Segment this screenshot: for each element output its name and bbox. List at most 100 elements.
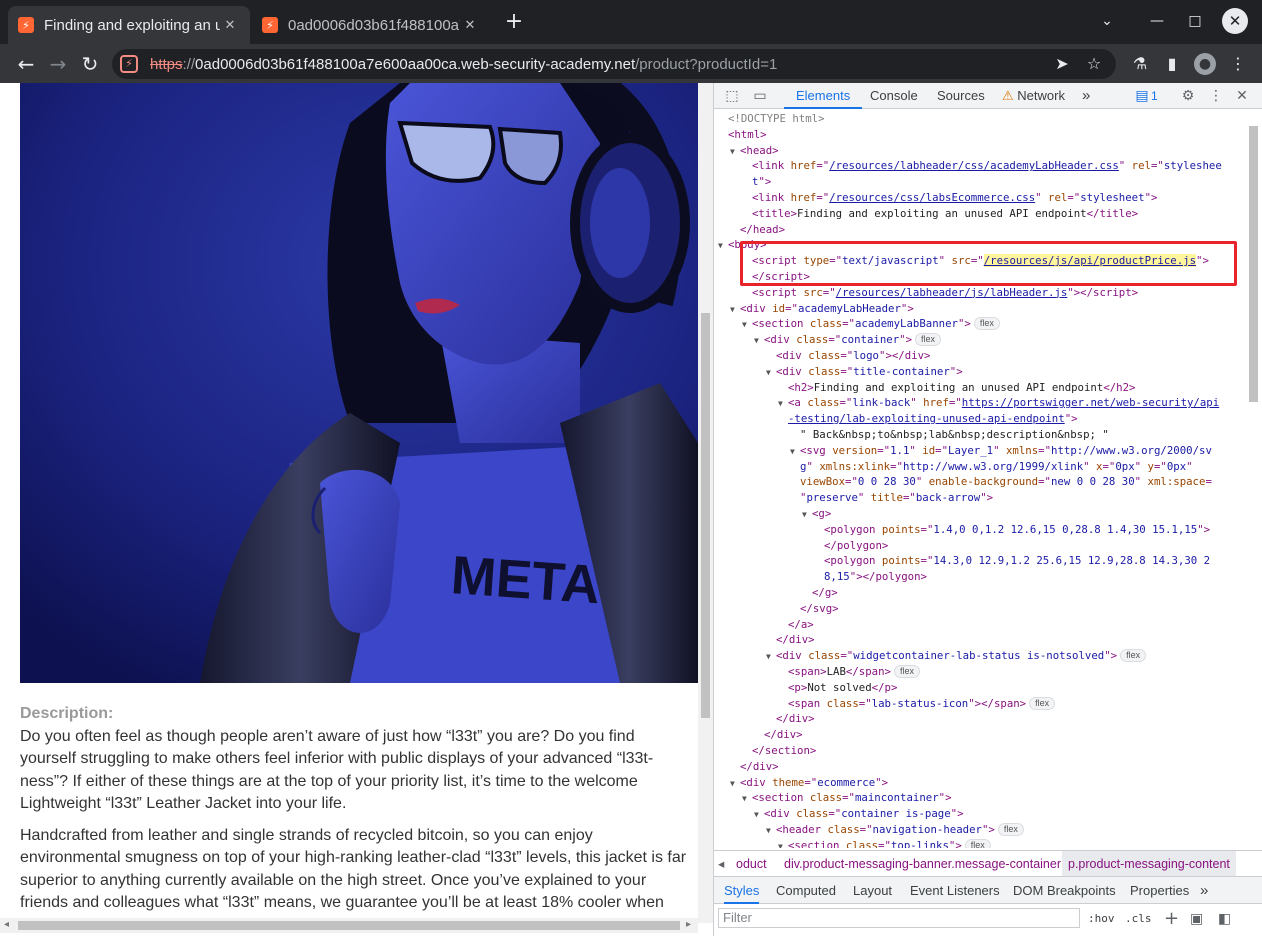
devtools-menu-icon[interactable]: ⋮ <box>1206 83 1226 109</box>
dom-node-line[interactable]: </div> <box>776 632 815 648</box>
not-secure-icon[interactable]: ⚡ <box>120 55 138 73</box>
flex-badge[interactable]: flex <box>1120 649 1147 663</box>
expand-triangle-icon[interactable]: ▼ <box>802 507 812 523</box>
settings-gear-icon[interactable]: ⚙ <box>1178 83 1198 109</box>
dom-node-line[interactable]: <title>Finding and exploiting an unused … <box>752 206 1138 222</box>
maximize-button[interactable]: □ <box>1180 8 1210 34</box>
expand-triangle-icon[interactable]: ▼ <box>730 144 740 160</box>
flex-badge[interactable]: flex <box>973 317 1000 331</box>
tab-elements[interactable]: Elements <box>784 83 863 109</box>
address-bar[interactable]: ⚡ https://0ad0006d03b61f488100a7e600aa00… <box>112 49 1116 79</box>
dom-node-line[interactable]: <h2>Finding and exploiting an unused API… <box>788 380 1136 396</box>
tab-network[interactable]: ⚠ Network <box>1002 83 1065 109</box>
dom-node-line[interactable]: 8,15"></polygon> <box>824 569 927 585</box>
message-count[interactable]: 1 <box>1151 83 1158 109</box>
dom-node-line[interactable]: ▼ <div class="widgetcontainer-lab-status … <box>766 648 1147 665</box>
expand-triangle-icon[interactable]: ▼ <box>790 444 800 460</box>
page-scroll-thumb[interactable] <box>701 313 710 718</box>
tab-layout[interactable]: Layout <box>853 877 892 904</box>
dom-node-line[interactable]: ▼ <section class="maincontainer"> <box>742 790 952 806</box>
dom-node-line[interactable]: <html> <box>728 127 767 143</box>
expand-triangle-icon[interactable]: ▼ <box>730 302 740 318</box>
element-state-icon[interactable]: ▣ <box>1190 909 1203 929</box>
back-icon[interactable]: ← <box>12 50 40 78</box>
dom-node-line[interactable]: </section> <box>752 743 816 759</box>
send-icon[interactable]: ➤ <box>1048 49 1076 79</box>
side-panel-icon[interactable]: ▮ <box>1158 50 1186 78</box>
dom-node-line[interactable]: </div> <box>776 711 815 727</box>
dom-node-line[interactable]: <link href="/resources/css/labsEcommerce… <box>752 190 1157 206</box>
dom-node-line[interactable]: ▼ <div class="title-container"> <box>766 364 963 380</box>
dom-node-line[interactable]: </head> <box>740 222 785 238</box>
dom-node-line[interactable]: </polygon> <box>824 538 888 554</box>
dom-node-line[interactable]: <!DOCTYPE html> <box>728 111 825 127</box>
styles-filter-input[interactable]: Filter <box>718 908 1080 928</box>
dom-node-line[interactable]: </div> <box>764 727 803 743</box>
dom-node-line[interactable]: <span class="lab-status-icon"></span> fle… <box>788 696 1056 712</box>
inspect-element-icon[interactable]: ⬚ <box>722 83 742 109</box>
tab-close-icon[interactable]: ✕ <box>460 18 480 33</box>
dom-node-line[interactable]: viewBox="0 0 28 30" enable-background="n… <box>800 474 1212 490</box>
flex-badge[interactable]: flex <box>893 665 920 678</box>
dom-node-line[interactable]: <div class="logo"></div> <box>776 348 930 364</box>
flex-badge[interactable]: flex <box>1029 696 1056 710</box>
expand-triangle-icon[interactable]: ▼ <box>754 807 764 823</box>
expand-triangle-icon[interactable]: ▼ <box>742 317 752 333</box>
device-toolbar-icon[interactable]: ▭ <box>750 83 770 109</box>
tab-dom-breakpoints[interactable]: DOM Breakpoints <box>1013 877 1116 904</box>
crumb-scroll-left-icon[interactable]: ◂ <box>718 851 724 876</box>
dom-node-line[interactable]: ▼ <a class="link-back" href="https://port… <box>778 395 1219 411</box>
dom-node-line[interactable]: ▼ <div class="container"> flex <box>754 332 942 348</box>
dom-node-line[interactable]: ▼ <div id="academyLabHeader"> <box>730 301 914 317</box>
hover-state-button[interactable]: :hov <box>1088 909 1115 929</box>
tab-event-listeners[interactable]: Event Listeners <box>910 877 1000 904</box>
tab-search-icon[interactable]: ⌄ <box>1092 8 1122 34</box>
dom-node-line[interactable]: ▼ <header class="navigation-header"> flex <box>766 822 1024 838</box>
dom-node-line[interactable]: </svg> <box>800 601 839 617</box>
breadcrumb-item-current[interactable]: p.product-messaging-content <box>1062 851 1236 876</box>
dom-node-line[interactable]: ▼ <head> <box>730 143 779 159</box>
tab-close-icon[interactable]: ✕ <box>220 18 240 33</box>
dom-node-line[interactable]: <polygon points="14.3,0 12.9,1.2 25.6,15… <box>824 553 1210 569</box>
tab-computed[interactable]: Computed <box>776 877 836 904</box>
minimize-button[interactable]: — <box>1142 8 1172 34</box>
expand-triangle-icon[interactable]: ▼ <box>778 839 788 848</box>
expand-triangle-icon[interactable]: ▼ <box>730 776 740 792</box>
dom-node-line[interactable]: ▼ <section class="academyLabBanner"> flex <box>742 316 1000 332</box>
flex-badge[interactable]: flex <box>915 333 942 347</box>
tab-lab-site[interactable]: ⚡ 0ad0006d03b61f488100a7e600aa00ca.web-s… <box>252 6 490 44</box>
expand-triangle-icon[interactable]: ▼ <box>766 365 776 381</box>
forward-icon[interactable]: → <box>44 50 72 78</box>
dom-node-line[interactable]: <span>LAB</span> flex <box>788 664 920 680</box>
page-hscroll-thumb[interactable] <box>18 921 680 930</box>
elements-dom-tree[interactable]: <!DOCTYPE html> <html> ▼ <head> <link href="… <box>714 110 1246 848</box>
url-text[interactable]: https://0ad0006d03b61f488100a7e600aa00ca… <box>150 56 777 73</box>
dom-node-line[interactable]: </a> <box>788 617 814 633</box>
tab-styles[interactable]: Styles <box>724 877 760 904</box>
expand-triangle-icon[interactable]: ▼ <box>778 396 788 412</box>
close-window-button[interactable]: ✕ <box>1222 8 1248 34</box>
dom-node-line[interactable]: ▼ <section class="top-links"> flex <box>778 838 991 848</box>
toggle-sidebar-icon[interactable]: ◧ <box>1218 909 1231 929</box>
reload-icon[interactable]: ↻ <box>76 50 104 78</box>
page-horizontal-scrollbar[interactable]: ◂ ▸ <box>0 918 698 933</box>
breadcrumb-item[interactable]: div.product-messaging-banner.message-con… <box>784 851 1061 876</box>
more-tabs-icon[interactable]: » <box>1082 83 1090 109</box>
dom-node-line[interactable]: " Back&nbsp;to&nbsp;lab&nbsp;description… <box>800 427 1109 443</box>
dom-node-line[interactable]: </div> <box>740 759 779 775</box>
dom-node-line[interactable]: </g> <box>812 585 838 601</box>
breadcrumb-item[interactable]: oduct <box>736 851 767 876</box>
class-toggle-button[interactable]: .cls <box>1125 909 1152 929</box>
expand-triangle-icon[interactable]: ▼ <box>766 649 776 665</box>
flex-badge[interactable]: flex <box>964 838 991 848</box>
more-subtabs-icon[interactable]: » <box>1200 877 1208 904</box>
profile-avatar-icon[interactable]: ● <box>1194 53 1216 75</box>
page-vertical-scrollbar[interactable] <box>698 83 713 923</box>
dom-node-line[interactable]: ▼ <svg version="1.1" id="Layer_1" xmlns="… <box>790 443 1212 459</box>
dom-node-line[interactable]: "preserve" title="back-arrow"> <box>800 490 993 506</box>
tab-console[interactable]: Console <box>870 83 918 109</box>
messages-icon[interactable]: ▤ <box>1132 83 1152 109</box>
scroll-left-icon[interactable]: ◂ <box>4 919 9 930</box>
dom-node-line[interactable]: <link href="/resources/labheader/css/aca… <box>752 158 1222 174</box>
expand-triangle-icon[interactable]: ▼ <box>766 823 776 839</box>
